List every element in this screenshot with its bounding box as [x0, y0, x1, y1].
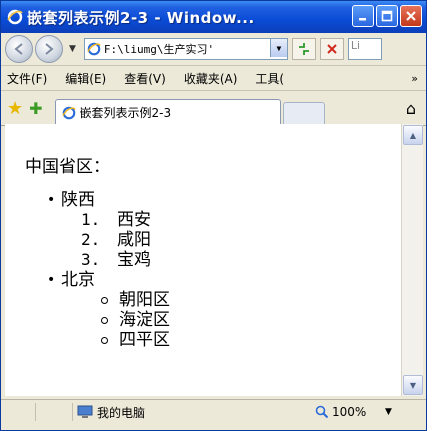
menu-tools[interactable]: 工具(	[255, 70, 284, 87]
menu-edit[interactable]: 编辑(E)	[65, 70, 106, 87]
zoom-control[interactable]: 100%	[315, 405, 366, 419]
list-item: 1. 西安	[81, 210, 151, 230]
list-item: 四平区	[61, 330, 170, 350]
history-dropdown-icon[interactable]: ▼	[69, 44, 76, 54]
maximize-icon	[381, 10, 393, 22]
menu-bar: 文件(F) 编辑(E) 查看(V) 收藏夹(A) 工具( »	[1, 66, 426, 91]
browser-window: 嵌套列表示例2-3 - Window... ▼ F:\liumg\生产实习' ▼…	[0, 0, 427, 431]
province-name: 陕西	[61, 190, 95, 210]
tab-active[interactable]: 嵌套列表示例2-3	[54, 99, 281, 125]
forward-button[interactable]	[35, 35, 63, 63]
computer-icon	[77, 405, 93, 418]
tab-label: 嵌套列表示例2-3	[79, 106, 172, 120]
security-zone[interactable]: 我的电脑	[77, 404, 145, 421]
close-button[interactable]	[400, 5, 422, 27]
favorites-star-icon[interactable]: ★	[7, 98, 23, 119]
list-item: 北京 朝阳区 海淀区 四平区	[47, 270, 170, 350]
zoom-dropdown-icon[interactable]: ▼	[385, 407, 392, 417]
zoom-level: 100%	[332, 405, 367, 419]
page-ie-icon	[87, 42, 101, 56]
search-input[interactable]: Li	[347, 38, 382, 60]
menu-overflow-icon[interactable]: »	[411, 72, 418, 85]
stop-button[interactable]	[319, 38, 344, 60]
page-heading: 中国省区：	[25, 157, 110, 177]
add-favorite-icon[interactable]: ✚	[29, 99, 42, 118]
address-bar[interactable]: F:\liumg\生产实习' ▼	[83, 38, 288, 60]
list-item: 朝阳区	[61, 290, 170, 310]
arrow-left-icon	[14, 43, 23, 55]
status-segment	[36, 403, 73, 421]
minimize-icon	[359, 18, 366, 21]
stop-icon	[327, 44, 337, 54]
menu-favorites[interactable]: 收藏夹(A)	[184, 70, 238, 87]
ie-logo-icon	[7, 9, 23, 25]
arrow-right-icon	[45, 43, 54, 55]
menu-file[interactable]: 文件(F)	[7, 70, 47, 87]
title-bar[interactable]: 嵌套列表示例2-3 - Window...	[1, 1, 426, 33]
province-name: 北京	[61, 270, 95, 290]
vertical-scrollbar[interactable]: ▲ ▼	[401, 124, 423, 396]
tab-ie-icon	[61, 106, 76, 119]
list-item: 3. 宝鸡	[81, 250, 151, 270]
menu-view[interactable]: 查看(V)	[124, 70, 166, 87]
maximize-button[interactable]	[376, 5, 398, 27]
city-list: 1. 西安 2. 咸阳 3. 宝鸡	[61, 210, 170, 270]
status-bar: 我的电脑 100% ▼	[1, 399, 426, 424]
tab-bar: ★ ✚ 嵌套列表示例2-3 ⌂	[1, 91, 426, 126]
home-icon[interactable]: ⌂	[406, 99, 416, 118]
minimize-button[interactable]	[352, 5, 374, 27]
scroll-up-button[interactable]: ▲	[403, 125, 423, 145]
window-title: 嵌套列表示例2-3 - Window...	[27, 8, 255, 27]
page-content: 中国省区： 陕西 1.西安 2.咸阳 3.宝鸡 北京 朝阳区 海淀区 四平区	[5, 124, 401, 396]
address-text[interactable]: F:\liumg\生产实习'	[104, 41, 272, 57]
navigation-bar: ▼ F:\liumg\生产实习' ▼ Li	[1, 33, 426, 66]
list-item: 海淀区	[61, 310, 170, 330]
magnifier-icon	[315, 405, 329, 419]
new-tab-button[interactable]	[282, 102, 325, 125]
status-segment	[1, 403, 36, 421]
province-list: 陕西 1.西安 2.咸阳 3.宝鸡 北京 朝阳区 海淀区 四平区	[5, 190, 170, 350]
list-item: 陕西 1.西安 2.咸阳 3.宝鸡	[47, 190, 170, 270]
refresh-icon	[298, 43, 309, 55]
address-dropdown-icon[interactable]: ▼	[269, 39, 287, 57]
district-list: 朝阳区 海淀区 四平区	[61, 290, 170, 350]
scroll-down-button[interactable]: ▼	[403, 375, 423, 395]
list-item: 2. 咸阳	[81, 230, 151, 250]
refresh-button[interactable]	[291, 38, 316, 60]
close-icon	[406, 11, 416, 21]
zone-label: 我的电脑	[97, 405, 146, 420]
back-button[interactable]	[5, 35, 33, 63]
